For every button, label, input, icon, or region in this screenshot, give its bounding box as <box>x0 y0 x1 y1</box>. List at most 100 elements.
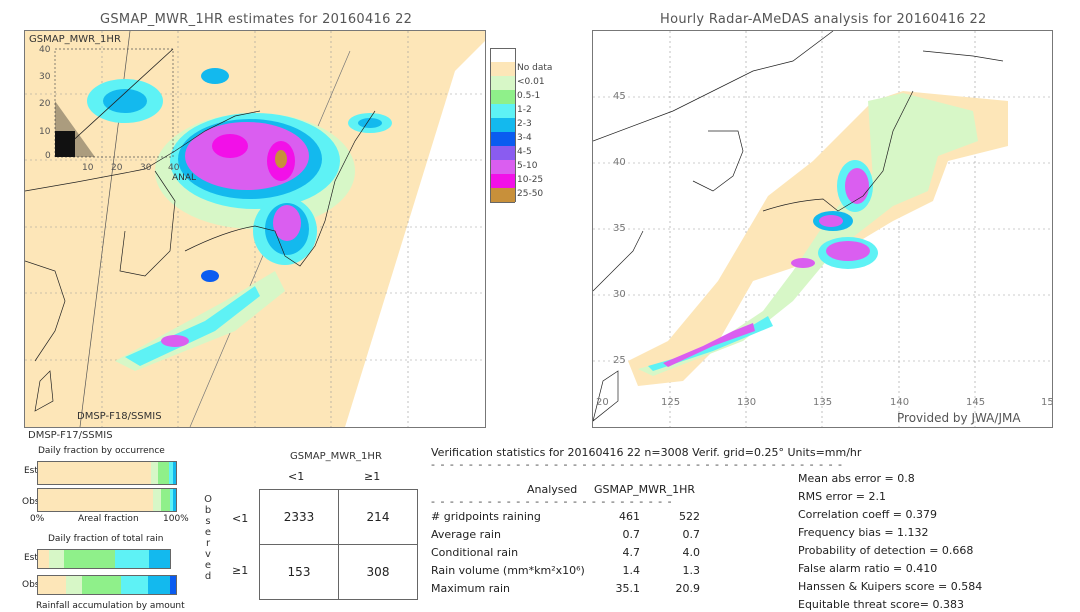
score-item: Equitable threat score= 0.383 <box>798 598 964 611</box>
score-item: False alarm ratio = 0.410 <box>798 562 938 575</box>
legend-label: 0.5-1 <box>517 91 541 101</box>
lon-label: 130 <box>737 397 757 408</box>
stats-model: 20.9 <box>675 582 701 595</box>
table-row: 2333 214 <box>259 489 418 545</box>
total-rain-footer: Rainfall accumulation by amount <box>36 601 185 611</box>
color-legend: No data <0.01 0.5-1 1-2 2-3 3-4 4-5 5-10 10-25 25… <box>490 48 570 208</box>
stats-analysed: 461 <box>619 510 640 523</box>
legend-swatch <box>490 62 516 76</box>
legend-swatch <box>490 118 516 132</box>
bar-segment <box>114 550 149 568</box>
legend-swatch <box>490 90 516 104</box>
legend-label: 3-4 <box>517 133 532 143</box>
stats-label: # gridpoints raining <box>431 510 541 523</box>
inset-x-tick: 10 <box>82 163 94 173</box>
contingency-cell: 153 <box>259 544 339 600</box>
legend-swatch <box>490 188 516 202</box>
score-item: RMS error = 2.1 <box>798 490 886 503</box>
bar-segment <box>173 462 176 484</box>
stats-model: 4.0 <box>682 546 701 559</box>
lon-label: 135 <box>813 397 833 408</box>
legend-swatch <box>490 160 516 174</box>
score-item: Correlation coeff = 0.379 <box>798 508 937 521</box>
stats-analysed: 1.4 <box>622 564 641 577</box>
contingency-row-label: <1 <box>232 512 249 525</box>
lon-label: 125 <box>661 397 681 408</box>
inset-x-tick: 30 <box>140 163 152 173</box>
lat-label: 45 <box>613 91 626 102</box>
occurrence-est-bar <box>37 461 177 485</box>
contingency-row-label: ≥1 <box>232 564 249 577</box>
legend-swatch <box>490 174 516 188</box>
credit-text: Provided by JWA/JMA <box>897 411 1021 425</box>
rain-field <box>87 68 392 371</box>
bar-segment <box>82 576 121 594</box>
sensor-label: DMSP-F17/SSMIS <box>28 430 113 441</box>
legend-label: 4-5 <box>517 147 532 157</box>
bar-segment <box>65 576 83 594</box>
inset-y-tick: 30 <box>39 72 51 82</box>
left-map-title: GSMAP_MWR_1HR estimates for 20160416 22 <box>100 12 413 27</box>
bar-segment <box>48 550 65 568</box>
bar-segment <box>151 462 159 484</box>
right-map-canvas <box>593 31 1052 427</box>
score-item: Mean abs error = 0.8 <box>798 472 915 485</box>
stats-analysed: 0.7 <box>622 528 641 541</box>
axis-right-label: 100% <box>163 514 189 524</box>
score-item: Probability of detection = 0.668 <box>798 544 974 557</box>
bar-segment <box>148 550 170 568</box>
occurrence-est-label: Est <box>24 466 38 476</box>
stats-label: Average rain <box>431 528 501 541</box>
contingency-header: GSMAP_MWR_1HR <box>290 451 382 462</box>
bar-segment <box>38 462 152 484</box>
total-rain-obs-bar <box>37 575 177 595</box>
stats-analysed: 4.7 <box>622 546 641 559</box>
inset-x-tick: 40 <box>168 163 180 173</box>
axis-mid-label: Areal fraction <box>78 514 139 524</box>
left-map: GSMAP_MWR_1HR 40 30 20 10 0 10 20 30 40 … <box>24 30 486 428</box>
total-rain-est-label: Est <box>24 553 38 563</box>
inset-y-tick: 20 <box>39 99 51 109</box>
occurrence-obs-bar <box>37 488 177 512</box>
lat-label: 30 <box>613 289 626 300</box>
lat-label: 20 <box>596 397 609 408</box>
legend-border <box>490 48 515 49</box>
legend-swatch <box>490 146 516 160</box>
lat-label: 35 <box>613 223 626 234</box>
bar-segment <box>158 462 170 484</box>
legend-label: 2-3 <box>517 119 532 129</box>
stats-label: Conditional rain <box>431 546 519 559</box>
legend-swatch <box>490 48 516 62</box>
stats-model: 522 <box>679 510 700 523</box>
occurrence-title: Daily fraction by occurrence <box>38 446 165 456</box>
bar-segment <box>38 550 49 568</box>
inset-y-tick: 40 <box>39 45 51 55</box>
sensor-label: DMSP-F18/SSMIS <box>77 411 162 422</box>
contingency-side-label: Observed <box>204 494 212 582</box>
inset-x-label: ANAL <box>172 173 197 183</box>
legend-label: <0.01 <box>517 77 545 87</box>
contingency-cell: 2333 <box>259 489 339 545</box>
legend-label: No data <box>517 63 553 73</box>
legend-label: 25-50 <box>517 189 544 199</box>
legend-swatch <box>490 104 516 118</box>
lat-label: 40 <box>613 157 626 168</box>
score-item: Frequency bias = 1.132 <box>798 526 929 539</box>
bar-segment <box>120 576 149 594</box>
bar-segment <box>170 576 176 594</box>
lon-label: 145 <box>966 397 986 408</box>
inset-y-tick: 10 <box>39 127 51 137</box>
stats-model: 0.7 <box>682 528 701 541</box>
divider: - - - - - - - - - - - - - - - - - - - - … <box>431 495 671 508</box>
legend-swatch <box>490 132 516 146</box>
inset-x-tick: 20 <box>111 163 123 173</box>
table-row: 153 308 <box>259 544 418 600</box>
stats-label: Maximum rain <box>431 582 510 595</box>
contingency-col-label: <1 <box>288 470 305 483</box>
axis-left-label: 0% <box>30 514 45 524</box>
contingency-cell: 308 <box>338 544 418 600</box>
stats-analysed: 35.1 <box>615 582 641 595</box>
no-data-region <box>345 41 485 427</box>
legend-border <box>490 202 515 203</box>
lon-label: 15 <box>1041 397 1053 408</box>
